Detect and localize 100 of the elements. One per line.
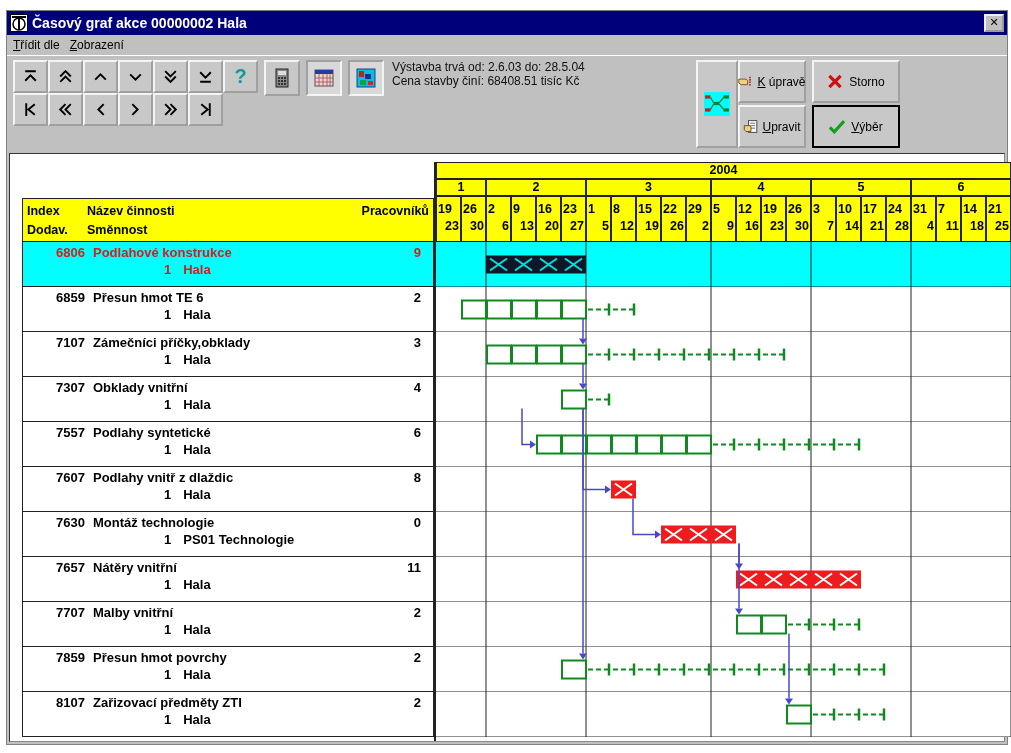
task-bar-segment[interactable] [761,614,787,635]
workers-cell: 2 [413,650,421,665]
menu-item[interactable]: Třídit dle [13,38,60,52]
menu-item[interactable]: Zobrazení [69,38,124,52]
index-cell-text: 7557 [55,425,85,440]
table-row[interactable]: 7307 Obklady vnitřní 4 1 Hala [22,377,434,422]
task-bar-segment[interactable] [486,299,512,320]
task-bar-segment[interactable] [661,434,687,455]
activity-name: Obklady vnitřní [93,380,189,395]
week-header: 2 6 [486,196,511,242]
nav-button[interactable] [48,93,83,126]
place-cell: Hala [183,712,211,727]
table-row[interactable]: 7107 Zámečníci příčky,obklady 3 1 Hala [22,332,434,377]
table-row[interactable]: 7630 Montáž technologie 0 1 PS01 Technologie [22,512,434,557]
week-header: 24 28 [886,196,911,242]
week-header: 31 4 [911,196,936,242]
place-cell: Hala [183,667,211,682]
task-bar-segment[interactable] [461,299,487,320]
shift-cell: 1 [164,487,172,502]
task-bar-segment[interactable] [536,344,562,365]
activity-name: Montáž technologie [93,515,216,530]
task-bar-segment[interactable] [686,434,712,455]
task-bar-segment[interactable] [786,704,812,725]
week-header: 8 12 [611,196,636,242]
nav-button[interactable] [83,60,118,93]
index-cell-text: 7630 [55,515,85,530]
task-bar-segment[interactable] [536,299,562,320]
year-header: 2004 [436,162,1011,179]
nav-button[interactable] [13,60,48,93]
task-bar-segment[interactable] [561,434,587,455]
info-text: Výstavba trvá od: 2.6.03 do: 28.5.04 [392,60,586,74]
nav-button[interactable] [188,60,223,93]
task-bar-segment[interactable] [561,299,587,320]
nav-button[interactable] [118,60,153,93]
place-cell: Hala [183,487,211,502]
workers-cell: 11 [407,560,421,575]
index-cell-text: 7307 [55,380,85,395]
index-cell-text: 7107 [55,335,85,350]
action-button[interactable]: Upravit [738,105,806,148]
task-bar-segment[interactable] [511,344,537,365]
week-header: 23 27 [561,196,586,242]
task-bar-segment[interactable] [561,659,587,680]
nav-button[interactable] [188,93,223,126]
workers-cell: 2 [413,605,421,620]
activity-name: Podlahové konstrukce [93,245,233,260]
task-bar-segment[interactable] [636,434,662,455]
activity-name: Malby vnitřní [93,605,175,620]
column-header: Index [27,203,61,218]
page-up-icon [57,68,74,85]
activity-name: Nátěry vnitřní [93,560,178,575]
activity-name: Přesun hmot TE 6 [93,290,205,305]
activity-name: Přesun hmot povrchy [93,650,228,665]
network-button[interactable] [696,60,738,148]
ok-button[interactable]: Výběr [812,105,900,148]
tool-button[interactable] [264,60,300,96]
task-bar-segment[interactable] [561,344,587,365]
table-row[interactable]: 6806 Podlahové konstrukce 9 1 Hala [22,242,434,287]
tool-button[interactable] [306,60,342,96]
index-cell-text: 7707 [55,605,85,620]
task-bar-segment[interactable] [561,389,587,410]
table-row[interactable]: 7657 Nátěry vnitřní 11 1 Hala [22,557,434,602]
column-header: Směnnost [87,222,149,237]
table-row[interactable]: 7859 Přesun hmot povrchy 2 1 Hala [22,647,434,692]
nav-button[interactable] [153,60,188,93]
week-header: 9 13 [511,196,536,242]
nav-button[interactable] [153,93,188,126]
week-header: 26 30 [461,196,486,242]
table-row[interactable]: 7607 Podlahy vnitř z dlaždic 8 1 Hala [22,467,434,512]
month-header: 4 [711,179,811,196]
week-header: 22 26 [661,196,686,242]
action-button[interactable]: K úpravě [738,60,806,103]
task-bar-segment[interactable] [586,434,612,455]
shift-cell: 1 [164,397,172,412]
week-header: 16 20 [536,196,561,242]
task-bar-segment[interactable] [511,299,537,320]
table-row[interactable]: 6859 Přesun hmot TE 6 2 1 Hala [22,287,434,332]
shift-cell: 1 [164,442,172,457]
table-row[interactable]: 7557 Podlahy syntetické 6 1 Hala [22,422,434,467]
task-bar-segment[interactable] [536,434,562,455]
place-cell: Hala [183,307,211,322]
workers-cell: 2 [413,695,421,710]
task-bar-segment[interactable] [736,614,762,635]
close-button[interactable]: ✕ [984,14,1004,32]
nav-button[interactable] [118,93,153,126]
place-cell: Hala [183,352,211,367]
task-bar-segment[interactable] [611,434,637,455]
table-row[interactable]: 7707 Malby vnitřní 2 1 Hala [22,602,434,647]
nav-button[interactable] [83,93,118,126]
table-row[interactable]: 8107 Zařizovací předměty ZTI 2 1 Hala [22,692,434,737]
cancel-button[interactable]: Storno [812,60,900,103]
nav-button[interactable] [48,60,83,93]
week-header: 29 2 [686,196,711,242]
week-header: 1 5 [586,196,611,242]
activity-name: Podlahy syntetické [93,425,212,440]
place-cell: Hala [183,622,211,637]
task-bar-segment[interactable] [486,344,512,365]
nav-button[interactable] [13,93,48,126]
shift-cell: 1 [164,262,172,277]
tool-button[interactable] [348,60,384,96]
workers-cell: 2 [413,290,421,305]
